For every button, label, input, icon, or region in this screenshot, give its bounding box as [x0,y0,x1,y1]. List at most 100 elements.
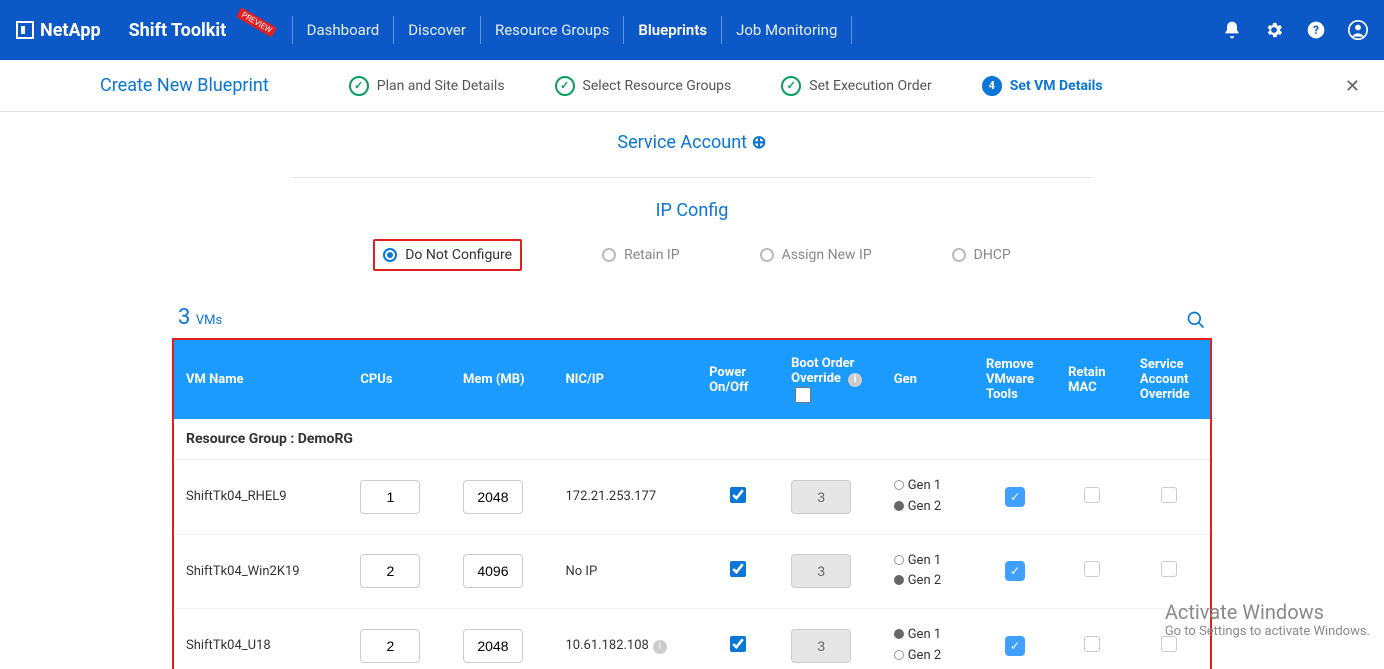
highlight-box: Do Not Configure [373,239,522,271]
svc-override-checkbox[interactable] [1161,636,1177,652]
cpus-input[interactable] [360,480,420,514]
col-retain-mac: Retain MAC [1056,340,1128,419]
cell-gen[interactable]: Gen 1Gen 2 [882,534,974,609]
nav-right-icons: ? [1222,20,1368,40]
remove-tools-checkbox[interactable]: ✓ [1005,487,1025,507]
wizard-title: Create New Blueprint [100,75,269,96]
check-icon: ✓ [781,76,801,96]
cell-nic: 172.21.253.177 [554,460,698,535]
step-label: Plan and Site Details [377,78,505,94]
radio-icon [894,575,904,585]
check-icon: ✓ [555,76,575,96]
radio-label: Retain IP [624,247,680,263]
cell-vm-name: ShiftTk04_Win2K19 [174,534,348,609]
resource-group-label: Resource Group : DemoRG [174,419,1210,460]
preview-badge: PREVIEW [236,7,277,37]
table-row: ShiftTk04_Win2K19 No IP Gen 1Gen 2 ✓ [174,534,1210,609]
step-plan-site[interactable]: ✓ Plan and Site Details [349,76,505,96]
netapp-logo-icon [16,21,34,39]
radio-icon [894,480,904,490]
cell-nic: 10.61.182.108i [554,609,698,669]
close-icon[interactable]: ✕ [1345,76,1360,97]
step-select-rg[interactable]: ✓ Select Resource Groups [555,76,732,96]
nav-separator [480,16,481,44]
step-number-icon: 4 [982,76,1002,96]
power-checkbox[interactable] [730,636,746,652]
vm-count-label: VMs [196,313,222,328]
cell-vm-name: ShiftTk04_U18 [174,609,348,669]
radio-icon [894,501,904,511]
retain-mac-checkbox[interactable] [1084,487,1100,503]
svc-override-checkbox[interactable] [1161,561,1177,577]
nav-discover[interactable]: Discover [408,21,466,39]
nav-separator [851,16,852,44]
cell-nic: No IP [554,534,698,609]
step-exec-order[interactable]: ✓ Set Execution Order [781,76,932,96]
brand-name: NetApp [40,20,101,41]
col-svc-override: Service Account Override [1128,340,1210,419]
user-icon[interactable] [1348,20,1368,40]
service-account-title: Service Account [617,132,747,153]
retain-mac-checkbox[interactable] [1084,636,1100,652]
cell-gen[interactable]: Gen 1Gen 2 [882,609,974,669]
boot-order-input[interactable] [791,554,851,588]
table-row: ShiftTk04_RHEL9 172.21.253.177 Gen 1Gen 2 ✓ [174,460,1210,535]
remove-tools-checkbox[interactable]: ✓ [1005,561,1025,581]
gear-icon[interactable] [1264,20,1284,40]
boot-order-master-checkbox[interactable] [795,387,811,403]
check-icon: ✓ [349,76,369,96]
radio-icon [952,248,966,262]
col-gen: Gen [882,340,974,419]
col-mem: Mem (MB) [451,340,554,419]
bell-icon[interactable] [1222,20,1242,40]
step-label: Select Resource Groups [583,78,732,94]
boot-order-input[interactable] [791,629,851,663]
cell-gen[interactable]: Gen 1Gen 2 [882,460,974,535]
ip-option-dhcp[interactable]: DHCP [952,247,1011,263]
vm-count: 3 [178,305,190,330]
step-vm-details[interactable]: 4 Set VM Details [982,76,1103,96]
mem-input[interactable] [463,629,523,663]
col-remove-tools: Remove VMware Tools [974,340,1056,419]
step-label: Set VM Details [1010,78,1103,94]
content-area: Service Account ⊕ IP Config Do Not Confi… [0,112,1384,669]
nav-separator [393,16,394,44]
cpus-input[interactable] [360,554,420,588]
nav-separator [623,16,624,44]
power-checkbox[interactable] [730,561,746,577]
nav-separator [721,16,722,44]
radio-icon [383,248,397,262]
ip-option-do-not-configure[interactable]: Do Not Configure [383,247,512,263]
add-service-account-icon[interactable]: ⊕ [752,132,767,153]
nav-resource-groups[interactable]: Resource Groups [495,21,609,39]
nav-dashboard[interactable]: Dashboard [307,21,380,39]
mem-input[interactable] [463,480,523,514]
col-cpus: CPUs [348,340,451,419]
ip-option-assign-new-ip[interactable]: Assign New IP [760,247,872,263]
vm-table-highlight: VM Name CPUs Mem (MB) NIC/IP Power On/Of… [172,338,1212,669]
nav-separator [292,16,293,44]
radio-icon [894,629,904,639]
info-icon[interactable]: i [653,640,667,654]
boot-order-input[interactable] [791,480,851,514]
mem-input[interactable] [463,554,523,588]
search-icon[interactable] [1186,310,1206,330]
col-vm-name: VM Name [174,340,348,419]
svc-override-checkbox[interactable] [1161,487,1177,503]
retain-mac-checkbox[interactable] [1084,561,1100,577]
nav-blueprints[interactable]: Blueprints [638,21,707,39]
nav-job-monitoring[interactable]: Job Monitoring [736,21,837,39]
brand-logo: NetApp [16,20,101,41]
top-nav: NetApp Shift Toolkit PREVIEW Dashboard D… [0,0,1384,60]
table-row: ShiftTk04_U18 10.61.182.108i Gen 1Gen 2 ✓ [174,609,1210,669]
ip-option-retain-ip[interactable]: Retain IP [602,247,680,263]
help-icon[interactable]: ? [1306,20,1326,40]
remove-tools-checkbox[interactable]: ✓ [1005,636,1025,656]
wizard-step-bar: Create New Blueprint ✓ Plan and Site Det… [0,60,1384,112]
power-checkbox[interactable] [730,487,746,503]
cell-vm-name: ShiftTk04_RHEL9 [174,460,348,535]
info-icon[interactable]: i [848,373,862,387]
cpus-input[interactable] [360,629,420,663]
col-boot-label: Boot Order Override [791,356,854,386]
vm-list-header: 3 VMs [172,297,1212,338]
